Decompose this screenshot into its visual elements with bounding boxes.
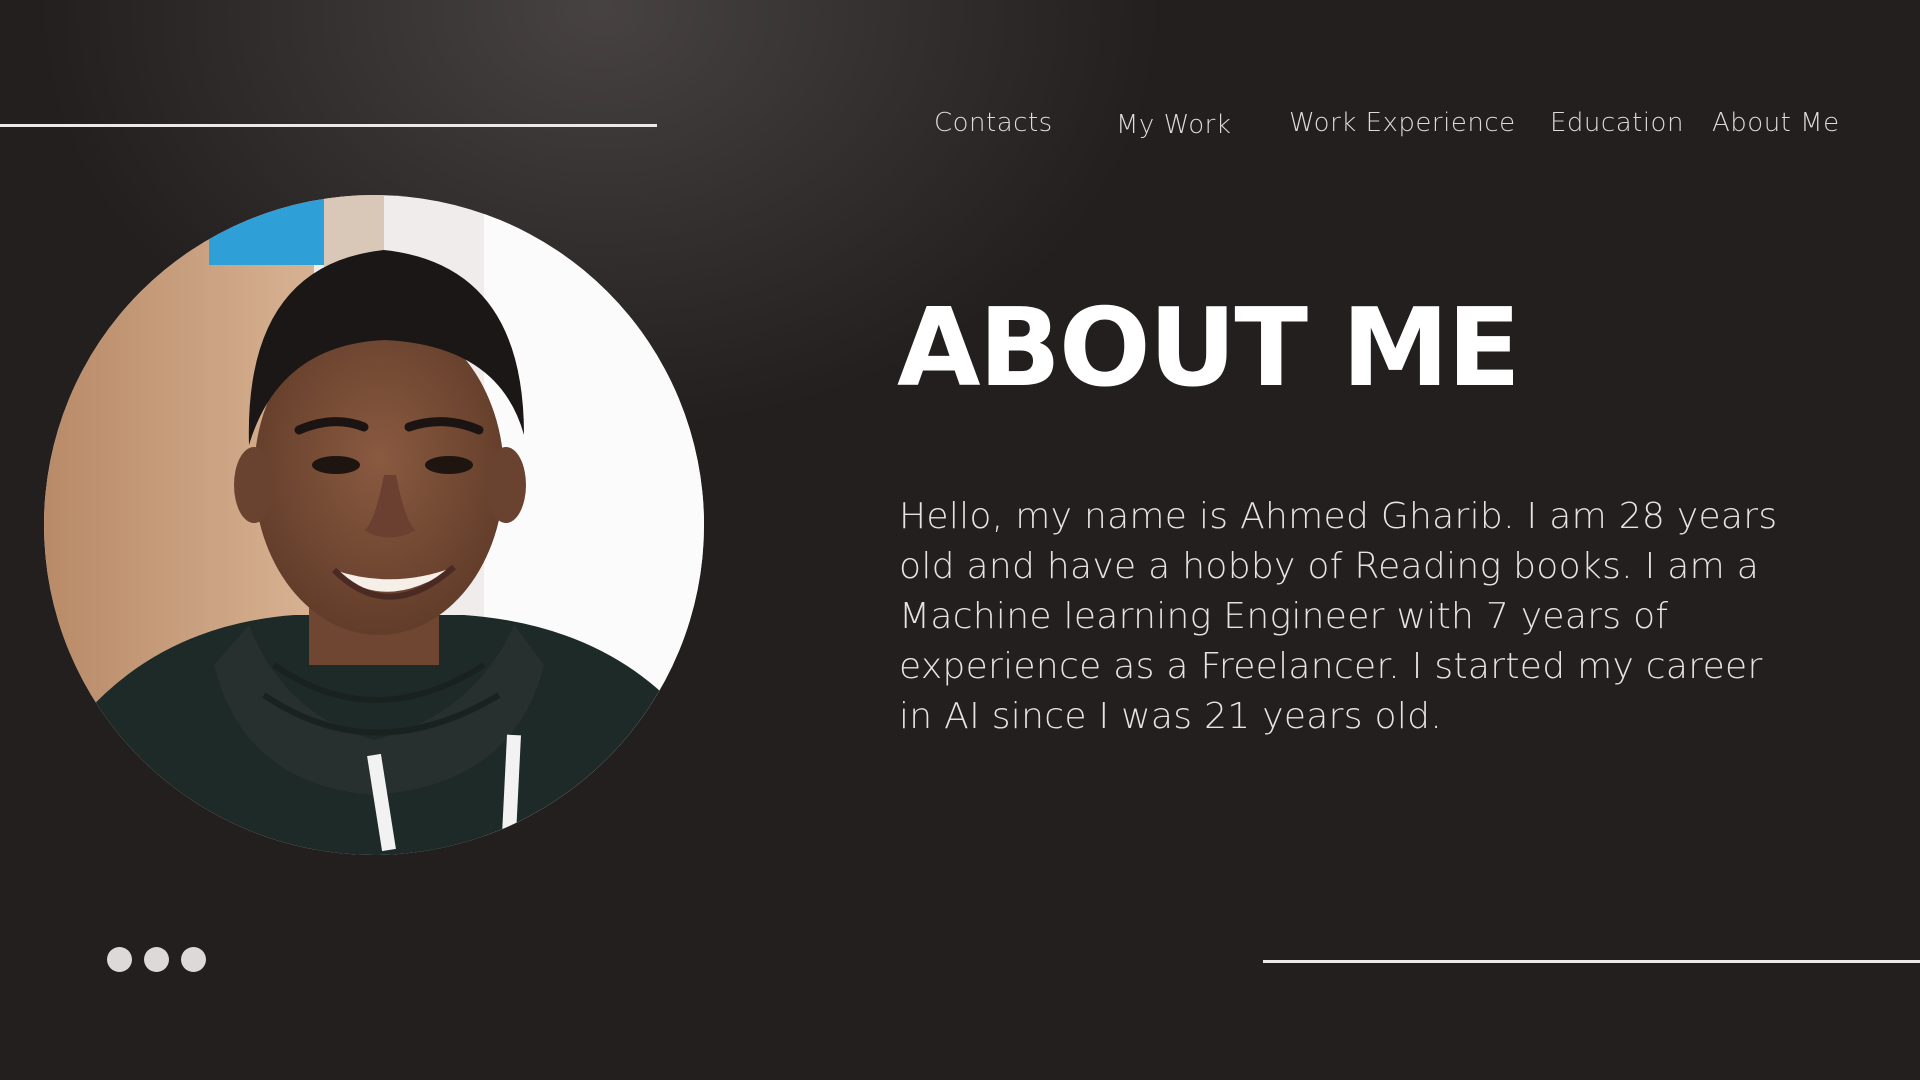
nav-item-about-me[interactable]: About Me — [1712, 108, 1840, 138]
dot-icon — [144, 947, 169, 972]
dot-icon — [181, 947, 206, 972]
decorative-line-bottom — [1263, 960, 1920, 963]
profile-photo-illustration — [44, 195, 704, 855]
page-title: ABOUT ME — [897, 286, 1521, 411]
dot-icon — [107, 947, 132, 972]
decorative-line-top — [0, 124, 657, 127]
nav-item-education[interactable]: Education — [1550, 108, 1684, 138]
nav-item-work-experience[interactable]: Work Experience — [1289, 108, 1516, 138]
nav-item-my-work[interactable]: My Work — [1116, 110, 1231, 140]
bio-text: Hello, my name is Ahmed Gharib. I am 28 … — [899, 496, 1778, 737]
nav-item-contacts[interactable]: Contacts — [934, 108, 1053, 138]
profile-photo — [44, 195, 704, 855]
dots-icon — [107, 947, 206, 972]
